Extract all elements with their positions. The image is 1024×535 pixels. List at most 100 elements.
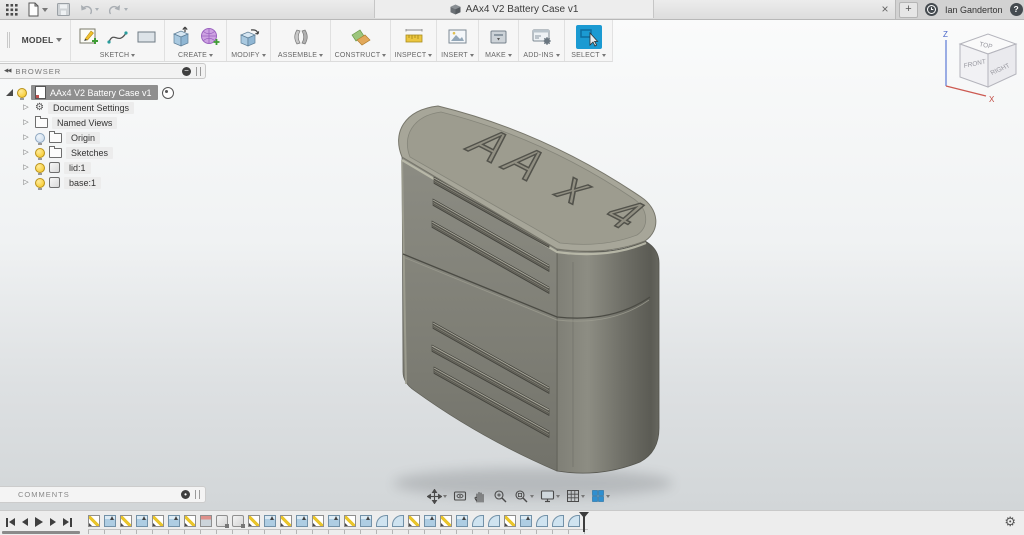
panel-grip[interactable] [195,490,200,499]
timeline-feature-sketch[interactable] [408,515,420,527]
browser-row-origin[interactable]: ▷ Origin [0,130,206,145]
step-back-button[interactable] [22,518,28,526]
timeline-feature-extrude[interactable] [104,515,116,527]
timeline-feature-shell[interactable] [200,515,212,527]
zoom-window-icon[interactable] [514,489,534,504]
timeline-scrub-track[interactable] [2,531,80,534]
visibility-bulb-icon[interactable] [35,147,45,160]
timeline-settings-gear-icon[interactable]: ⚙ [1004,515,1016,528]
comments-panel[interactable]: COMMENTS • [0,486,206,503]
measure-icon[interactable] [401,25,427,49]
timeline-feature-sketch[interactable] [280,515,292,527]
timeline-feature-fillet[interactable] [552,515,564,527]
make-dropdown[interactable]: MAKE [485,52,512,59]
expand-icon[interactable]: ▷ [21,179,31,186]
spline-icon[interactable] [105,25,131,49]
app-grid-icon[interactable] [6,3,18,16]
timeline-marker[interactable] [579,512,589,532]
press-pull-icon[interactable] [236,25,262,49]
create-dropdown[interactable]: CREATE [178,52,214,59]
visibility-bulb-icon[interactable] [35,132,45,145]
help-icon[interactable]: ? [1009,3,1023,16]
timeline-feature-extrude[interactable] [136,515,148,527]
browser-row-named-views[interactable]: ▷ Named Views [0,115,206,130]
go-to-end-button[interactable] [63,517,72,527]
visibility-bulb-icon[interactable] [35,177,45,190]
timeline-feature-sketch[interactable] [344,515,356,527]
timeline-feature-extrude[interactable] [296,515,308,527]
browser-row-base[interactable]: ▷ base:1 [0,175,206,190]
look-at-icon[interactable] [453,489,467,503]
timeline-feature-extrude[interactable] [264,515,276,527]
timeline-feature-sketch[interactable] [152,515,164,527]
timeline-feature-extrude[interactable] [520,515,532,527]
timeline-feature-fillet[interactable] [392,515,404,527]
viewports-icon[interactable] [591,489,610,503]
add-ins-dropdown[interactable]: ADD-INS [523,52,560,59]
panel-grip[interactable] [196,66,201,76]
timeline-feature-sketch[interactable] [184,515,196,527]
construct-plane-icon[interactable] [348,25,374,49]
expand-icon[interactable]: ▷ [21,119,31,126]
insert-dropdown[interactable]: INSERT [441,52,474,59]
collapse-panel-icon[interactable]: ◀◀ [4,68,12,74]
timeline-feature-fillet[interactable] [376,515,388,527]
comments-toggle-icon[interactable]: • [181,490,190,499]
pan-icon[interactable] [473,489,487,503]
undo-icon[interactable] [79,3,99,17]
activate-component-radio[interactable] [161,86,174,99]
timeline-feature-component[interactable] [216,515,229,528]
insert-image-icon[interactable] [445,25,471,49]
create-sketch-icon[interactable] [76,25,102,49]
extrude-icon[interactable] [168,25,194,49]
redo-icon[interactable] [108,3,128,17]
timeline-feature-extrude[interactable] [328,515,340,527]
construct-dropdown[interactable]: CONSTRUCT [335,52,387,59]
expand-icon[interactable]: ▷ [21,149,31,156]
timeline-feature-extrude[interactable] [424,515,436,527]
timeline-feature-extrude[interactable] [456,515,468,527]
timeline-feature-sketch[interactable] [440,515,452,527]
select-tool-icon[interactable] [575,25,602,49]
timeline-feature-fillet[interactable] [472,515,484,527]
inspect-dropdown[interactable]: INSPECT [395,52,433,59]
visibility-bulb-icon[interactable] [17,87,27,100]
close-tab-icon[interactable]: × [876,0,894,18]
save-icon[interactable] [57,3,70,16]
timeline-feature-component[interactable] [232,515,245,528]
expand-root-icon[interactable] [6,89,13,96]
user-menu[interactable]: Ian Ganderton [945,5,1003,15]
timeline-feature-extrude[interactable] [168,515,180,527]
orbit-icon[interactable] [427,488,447,504]
viewcube[interactable]: Z X TOP FRONT RIGHT [938,26,1022,110]
expand-icon[interactable]: ▷ [21,134,31,141]
browser-root-row[interactable]: AAx4 V2 Battery Case v1 [0,85,206,100]
display-settings-icon[interactable] [540,489,560,503]
new-tab-button[interactable]: + [899,1,918,18]
timeline-feature-fillet[interactable] [488,515,500,527]
browser-row-document-settings[interactable]: ▷ ⚙ Document Settings [0,100,206,115]
workspace-selector[interactable]: MODEL [14,19,70,61]
step-forward-button[interactable] [50,518,56,526]
create-form-icon[interactable] [197,25,223,49]
browser-row-lid[interactable]: ▷ lid:1 [0,160,206,175]
browser-row-sketches[interactable]: ▷ Sketches [0,145,206,160]
timeline-feature-sketch[interactable] [88,515,100,527]
timeline-feature-sketch[interactable] [504,515,516,527]
expand-icon[interactable]: ▷ [21,104,31,111]
toolbar-grip[interactable] [0,19,14,61]
assemble-dropdown[interactable]: ASSEMBLE [278,52,324,59]
go-to-start-button[interactable] [6,517,15,527]
panel-minimize-icon[interactable]: − [182,66,191,76]
timeline-feature-fillet[interactable] [536,515,548,527]
grid-layout-icon[interactable] [566,489,585,503]
timeline-feature-sketch[interactable] [312,515,324,527]
file-menu-icon[interactable] [27,2,48,17]
play-button[interactable] [35,517,43,527]
select-dropdown[interactable]: SELECT [571,52,606,59]
expand-icon[interactable]: ▷ [21,164,31,171]
joint-icon[interactable] [288,25,314,49]
timeline-feature-sketch[interactable] [248,515,260,527]
make-3d-print-icon[interactable] [486,25,512,49]
visibility-bulb-icon[interactable] [35,162,45,175]
